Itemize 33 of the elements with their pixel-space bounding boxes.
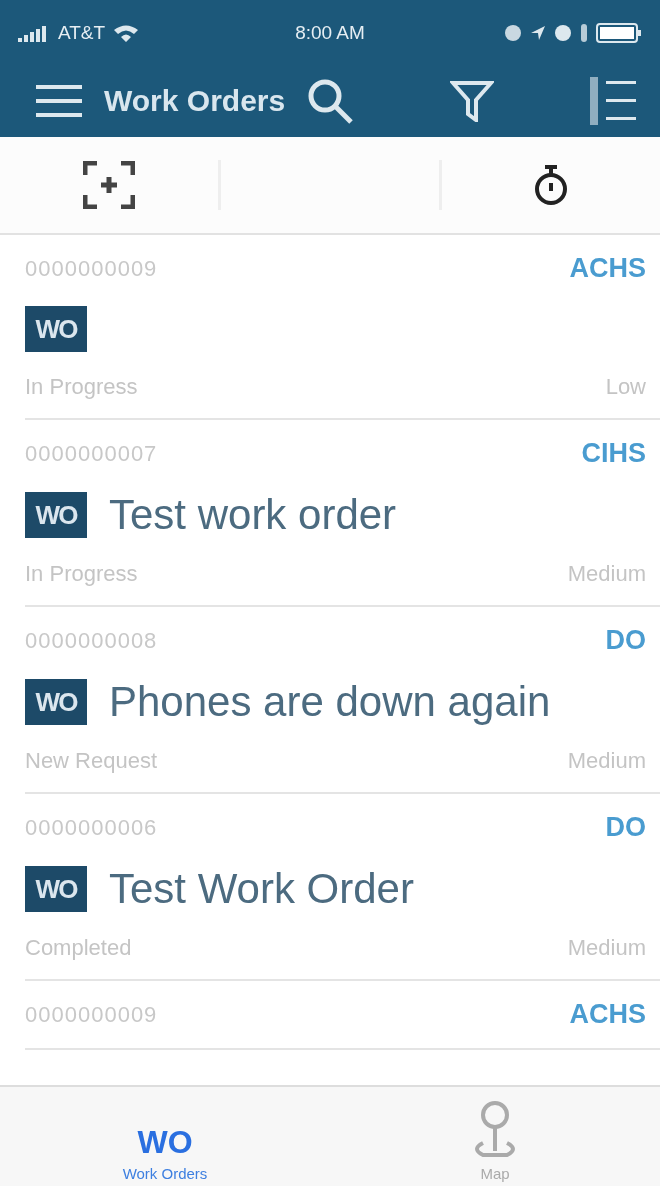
work-order-status: In Progress [25,374,138,400]
work-order-priority: Medium [567,748,646,774]
timer-button[interactable] [534,164,568,206]
location-icon [530,23,546,42]
work-order-code: ACHS [569,253,646,284]
work-order-code: DO [605,625,646,656]
carrier-text: AT&T [58,21,106,44]
menu-button[interactable] [36,84,82,118]
work-order-badge: WO [25,866,87,912]
work-order-status: New Request [25,748,158,774]
wifi-icon [113,23,140,42]
work-order-title: Phones are down again [109,678,551,726]
work-order-badge: WO [25,306,87,352]
status-time: 8:00 AM [295,21,365,44]
work-order-priority: Low [605,374,646,400]
list-view-button[interactable] [590,77,636,125]
search-button[interactable] [307,78,354,124]
work-order-priority: Medium [567,935,646,961]
scan-button[interactable] [83,161,135,209]
filter-button[interactable] [449,80,494,122]
work-order-priority: Medium [567,561,646,587]
battery-icon [596,22,642,43]
work-order-status: Completed [25,935,132,961]
work-order-badge: WO [25,679,87,725]
work-order-status: In Progress [25,561,138,587]
header-title: Work Orders [104,84,286,118]
work-order-code: ACHS [569,999,646,1030]
work-order-badge: WO [25,492,87,538]
tab-bar-item[interactable]: WO Work Orders [0,1087,330,1186]
work-order-title: Test Work Order [109,865,414,913]
work-order-title: Test work order [109,491,397,539]
work-order-code: DO [605,812,646,843]
work-order-code: CIHS [581,438,646,469]
